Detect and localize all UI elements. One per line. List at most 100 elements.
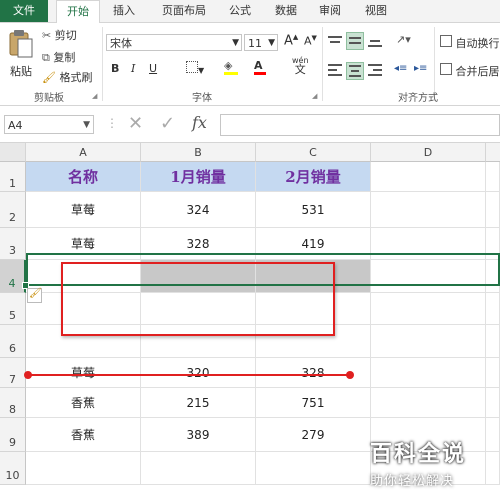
- annotation-line: [28, 374, 350, 376]
- align-left-button[interactable]: [328, 64, 344, 78]
- insert-function-button[interactable]: fx: [192, 113, 207, 132]
- table-cell[interactable]: 215: [141, 388, 256, 418]
- wrap-text-button[interactable]: 自动换行: [440, 35, 500, 51]
- increase-indent-button[interactable]: ▸≡: [414, 63, 427, 74]
- align-top-button[interactable]: [328, 34, 344, 48]
- cut-button[interactable]: ✂ 剪切: [42, 27, 77, 43]
- row-header[interactable]: 5: [0, 293, 26, 325]
- resize-handle-icon[interactable]: ⋮: [106, 116, 118, 130]
- align-bottom-button[interactable]: [368, 34, 384, 48]
- column-header-c[interactable]: C: [256, 143, 371, 162]
- table-cell[interactable]: [256, 452, 371, 485]
- shrink-font-button[interactable]: A▼: [304, 34, 317, 48]
- table-cell[interactable]: [141, 452, 256, 485]
- underline-button[interactable]: U: [149, 62, 157, 75]
- paste-options-button[interactable]: 🖌: [27, 288, 42, 303]
- group-divider: [322, 27, 323, 101]
- fill-color-button[interactable]: ◈: [224, 59, 238, 75]
- grow-font-button[interactable]: A▲: [284, 33, 298, 48]
- format-painter-button[interactable]: 🖌 格式刷: [42, 69, 92, 85]
- column-header-e[interactable]: [486, 143, 500, 162]
- wrap-text-icon: [440, 35, 452, 47]
- tab-view[interactable]: 视图: [358, 0, 394, 22]
- table-cell[interactable]: [486, 192, 500, 228]
- orientation-button[interactable]: ↗▾: [396, 33, 411, 46]
- copy-button[interactable]: ⧉ 复制: [42, 49, 75, 65]
- table-cell[interactable]: 草莓: [26, 358, 141, 388]
- annotation-dot: [346, 371, 354, 379]
- tab-insert[interactable]: 插入: [106, 0, 142, 22]
- name-box[interactable]: A4 ▼: [4, 115, 94, 134]
- decrease-indent-button[interactable]: ◂≡: [394, 63, 407, 74]
- table-cell[interactable]: 389: [141, 418, 256, 452]
- row-header[interactable]: 2: [0, 192, 26, 228]
- phonetic-button[interactable]: wén 文: [292, 56, 309, 75]
- formula-input[interactable]: [220, 114, 500, 136]
- column-header-a[interactable]: A: [26, 143, 141, 162]
- clipboard-group-label: 剪贴板: [34, 93, 64, 104]
- header-cell[interactable]: 2月销量: [256, 162, 371, 192]
- row-header[interactable]: 9: [0, 418, 26, 452]
- row-header[interactable]: 7: [0, 358, 26, 388]
- table-cell[interactable]: 香蕉: [26, 418, 141, 452]
- table-cell[interactable]: [486, 358, 500, 388]
- select-all-corner[interactable]: [0, 143, 26, 162]
- table-cell[interactable]: 香蕉: [26, 388, 141, 418]
- confirm-icon[interactable]: ✓: [160, 113, 175, 134]
- copy-icon: ⧉: [42, 51, 50, 64]
- merge-center-button[interactable]: 合并后居: [440, 63, 500, 79]
- table-cell[interactable]: 324: [141, 192, 256, 228]
- align-right-button[interactable]: [368, 64, 384, 78]
- table-cell[interactable]: [486, 325, 500, 358]
- tab-file[interactable]: 文件: [0, 0, 48, 22]
- tab-data[interactable]: 数据: [268, 0, 304, 22]
- column-header-d[interactable]: D: [371, 143, 486, 162]
- ribbon-tabs: 文件 开始 插入 页面布局 公式 数据 审阅 视图: [0, 0, 500, 24]
- dialog-launcher-icon[interactable]: ◢: [92, 92, 97, 100]
- tab-review[interactable]: 审阅: [312, 0, 348, 22]
- table-cell[interactable]: [486, 162, 500, 192]
- tab-home[interactable]: 开始: [56, 0, 100, 24]
- table-cell[interactable]: [371, 162, 486, 192]
- row-header[interactable]: 10: [0, 452, 26, 485]
- bold-button[interactable]: B: [111, 62, 119, 75]
- row-header[interactable]: 6: [0, 325, 26, 358]
- phonetic-glyph-icon: 文: [294, 63, 306, 76]
- table-cell[interactable]: 320: [141, 358, 256, 388]
- font-name-dropdown[interactable]: 宋体 ▼: [106, 34, 242, 51]
- table-cell[interactable]: [371, 192, 486, 228]
- tab-page-layout[interactable]: 页面布局: [152, 0, 216, 22]
- table-cell[interactable]: [371, 358, 486, 388]
- font-size-dropdown[interactable]: 11 ▼: [244, 34, 278, 51]
- row-header[interactable]: 8: [0, 388, 26, 418]
- column-header-b[interactable]: B: [141, 143, 256, 162]
- table-cell[interactable]: [486, 293, 500, 325]
- table-cell[interactable]: [26, 452, 141, 485]
- scissors-icon: ✂: [42, 29, 52, 42]
- table-cell[interactable]: [371, 293, 486, 325]
- cancel-icon[interactable]: ✕: [128, 113, 143, 134]
- table-cell[interactable]: [371, 325, 486, 358]
- tab-formulas[interactable]: 公式: [222, 0, 258, 22]
- table-cell[interactable]: 531: [256, 192, 371, 228]
- header-cell[interactable]: 名称: [26, 162, 141, 192]
- paste-button[interactable]: 粘贴: [6, 27, 36, 85]
- row-header[interactable]: 3: [0, 228, 26, 260]
- table-cell[interactable]: 751: [256, 388, 371, 418]
- table-cell[interactable]: [486, 388, 500, 418]
- table-cell[interactable]: 279: [256, 418, 371, 452]
- row-header[interactable]: 1: [0, 162, 26, 192]
- border-button[interactable]: ▼: [186, 61, 204, 76]
- dialog-launcher-icon[interactable]: ◢: [312, 92, 317, 100]
- ribbon: 粘贴 ✂ 剪切 ⧉ 复制 🖌 格式刷 剪贴板 宋体 ▼ 11 ▼ A▲ A▼ B…: [0, 23, 500, 106]
- table-cell[interactable]: [371, 388, 486, 418]
- brush-icon: 🖌: [29, 288, 42, 299]
- italic-button[interactable]: I: [131, 62, 135, 75]
- paint-bucket-icon: ◈: [224, 59, 233, 72]
- annotation-dot: [24, 371, 32, 379]
- font-color-button[interactable]: A: [254, 59, 266, 75]
- align-middle-button[interactable]: [346, 32, 364, 50]
- table-cell[interactable]: 草莓: [26, 192, 141, 228]
- align-center-button[interactable]: [346, 62, 364, 80]
- header-cell[interactable]: 1月销量: [141, 162, 256, 192]
